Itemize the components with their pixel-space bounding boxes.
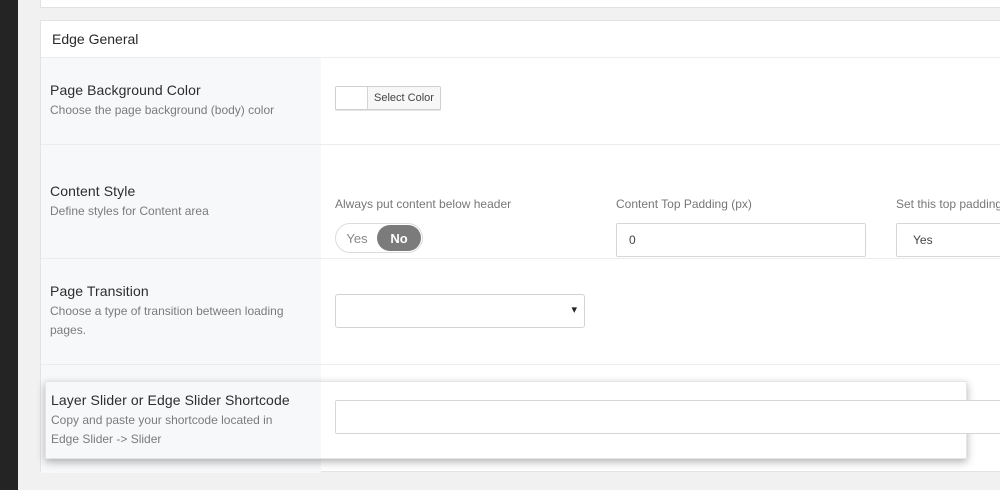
set-top-padding-label: Set this top padding: [896, 197, 1000, 211]
panel-title: Edge General: [52, 31, 139, 47]
previous-panel-edge: [40, 0, 1000, 8]
row-description: Copy and paste your shortcode located in…: [51, 411, 321, 449]
row-description-line: Choose a type of transition between load…: [50, 304, 284, 318]
row-title: Content Style: [50, 182, 136, 199]
row-content-style: Content Style Define styles for Content …: [41, 145, 1000, 259]
top-padding-label: Content Top Padding (px): [616, 197, 752, 211]
select-color-label[interactable]: Select Color: [368, 87, 440, 109]
set-top-padding-value: Yes: [913, 233, 933, 247]
row-title: Layer Slider or Edge Slider Shortcode: [51, 391, 290, 408]
row-label: Page Transition Choose a type of transit…: [41, 259, 321, 364]
row-label: Page Background Color Choose the page ba…: [41, 58, 321, 144]
row-page-transition: Page Transition Choose a type of transit…: [41, 259, 1000, 365]
color-swatch[interactable]: [336, 87, 368, 109]
row-title: Page Transition: [50, 283, 149, 299]
panel-header: Edge General: [41, 21, 1000, 58]
row-body: [321, 382, 1000, 458]
admin-sidebar-edge: [0, 0, 18, 490]
below-header-label: Always put content below header: [335, 197, 512, 211]
row-title: Page Background Color: [50, 82, 201, 98]
set-top-padding-select[interactable]: Yes: [896, 223, 1000, 257]
toggle-no-option[interactable]: No: [377, 225, 421, 251]
chevron-down-icon[interactable]: ▾: [571, 303, 577, 316]
row-description: Choose a type of transition between load…: [50, 302, 321, 340]
row-label: Content Style Define styles for Content …: [41, 145, 321, 258]
row-slider-shortcode: Layer Slider or Edge Slider Shortcode Co…: [45, 381, 1000, 459]
row-body: Always put content below header Yes No C…: [321, 145, 1000, 258]
select-color-button[interactable]: Select Color: [335, 86, 441, 110]
row-label: Layer Slider or Edge Slider Shortcode Co…: [46, 382, 321, 458]
top-padding-input[interactable]: 0: [616, 223, 866, 257]
row-description-line: pages.: [50, 323, 87, 337]
row-body: ▾: [321, 259, 1000, 364]
below-header-toggle[interactable]: Yes No: [335, 223, 423, 253]
row-description-line: Edge Slider -> Slider: [51, 431, 162, 446]
row-description: Define styles for Content area: [50, 203, 209, 218]
row-body: Select Color: [321, 58, 1000, 144]
slider-shortcode-input[interactable]: [335, 400, 1000, 434]
page-transition-select[interactable]: ▾: [335, 294, 585, 328]
row-page-background-color: Page Background Color Choose the page ba…: [41, 58, 1000, 145]
row-description: Choose the page background (body) color: [50, 103, 275, 117]
top-padding-value: 0: [629, 233, 636, 247]
toggle-yes-option[interactable]: Yes: [336, 231, 378, 246]
row-description-line: Copy and paste your shortcode located in: [51, 412, 273, 427]
